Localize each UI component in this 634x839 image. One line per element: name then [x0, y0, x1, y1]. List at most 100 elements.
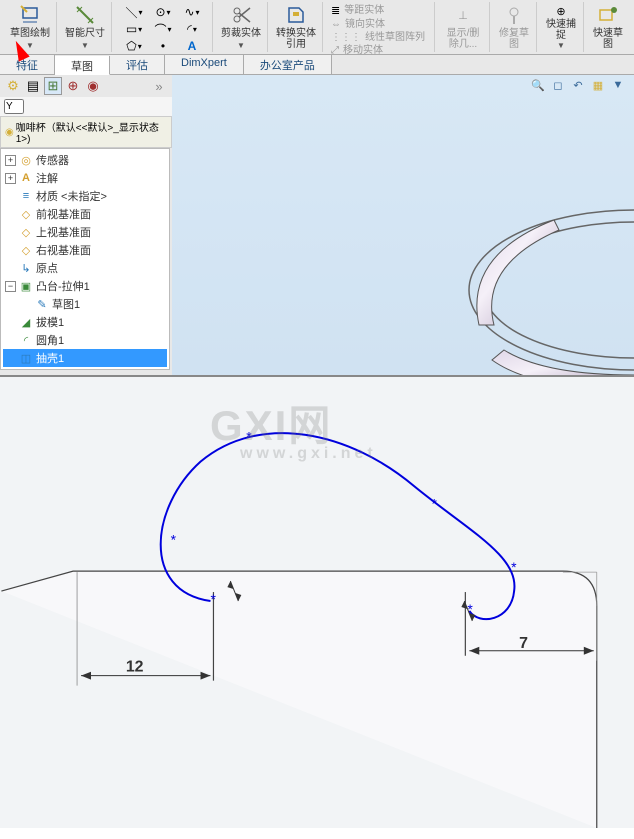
trim-label: 剪裁实体: [221, 28, 261, 39]
tree-origin[interactable]: ↳ 原点: [3, 259, 167, 277]
tree-front-plane[interactable]: ◇ 前视基准面: [3, 205, 167, 223]
offset-icon: ≣: [331, 4, 340, 17]
tree-icon[interactable]: ⊞: [44, 77, 62, 95]
spline-point: *: [171, 531, 177, 547]
fillet-icon: ◜: [19, 333, 33, 347]
expand-icon[interactable]: +: [5, 155, 16, 166]
rapid-sketch-label: 快速草图: [592, 28, 624, 50]
doc-title: 咖啡杯（默认<<默认>_显示状态 1>): [16, 119, 167, 145]
command-tabs: 特征 草图 评估 DimXpert 办公室产品: [0, 54, 634, 74]
trim-icon: [230, 4, 252, 26]
repair-icon: [503, 4, 525, 26]
assembly-icon[interactable]: ⚙: [4, 77, 22, 95]
tree-material[interactable]: ≡ 材质 <未指定>: [3, 187, 167, 205]
tree-shell[interactable]: ◫ 抽壳1: [3, 349, 167, 367]
show-delete-group[interactable]: ⊥ 显示/删除几...: [437, 2, 490, 52]
circle-tool[interactable]: ⊙▾: [149, 4, 177, 20]
filter-row: [0, 97, 172, 116]
annotations-icon: A: [19, 171, 33, 185]
rect-tool[interactable]: ▭▾: [120, 21, 148, 37]
tab-sketch[interactable]: 草图: [55, 56, 110, 75]
mirror-label: 镜向实体: [345, 19, 385, 30]
tree-right-plane[interactable]: ◇ 右视基准面: [3, 241, 167, 259]
filter-input[interactable]: [4, 99, 24, 114]
expand-icon[interactable]: −: [5, 281, 16, 292]
spline-point: *: [511, 559, 517, 575]
tree-annotations[interactable]: + A 注解: [3, 169, 167, 187]
tree-top-plane[interactable]: ◇ 上视基准面: [3, 223, 167, 241]
sketch-viewport[interactable]: GXI网 www.gxi.net * * * * * * 12: [0, 375, 634, 828]
quick-snap-label: 快速捕捉: [545, 19, 577, 41]
origin-icon: ↳: [19, 261, 33, 275]
smart-dim-label: 智能尺寸: [65, 28, 105, 39]
part-icon: ◉: [5, 127, 14, 138]
offset-button[interactable]: ≣ 等距实体: [331, 4, 384, 17]
tree-fillet[interactable]: ◜ 圆角1: [3, 331, 167, 349]
sketch-label: 草图绘制: [10, 28, 50, 39]
linear-label: 线性草图阵列: [365, 32, 425, 43]
repair-group[interactable]: 修复草图: [492, 2, 537, 52]
mirror-button[interactable]: ⇔ 镜向实体: [331, 19, 385, 30]
tree-draft[interactable]: ◢ 拔模1: [3, 313, 167, 331]
fillet-tool[interactable]: ◜▾: [178, 21, 206, 37]
convert-group[interactable]: 转换实体引用: [270, 2, 323, 52]
trim-group[interactable]: 剪裁实体 ▼: [215, 2, 268, 52]
sketch-draw-group[interactable]: 草图绘制 ▼: [4, 2, 57, 52]
feature-tree: + ◎ 传感器 + A 注解 ≡ 材质 <未指定> ◇ 前视基准面 ◇ 上视基准…: [0, 148, 170, 370]
draft-icon: ◢: [19, 315, 33, 329]
quick-snap-icon: ⊕: [550, 4, 572, 19]
section-view-icon[interactable]: ▦: [590, 77, 606, 93]
sensors-icon: ◎: [19, 153, 33, 167]
svg-text:7: 7: [519, 635, 528, 652]
tab-evaluate[interactable]: 评估: [110, 55, 165, 74]
solid-icon[interactable]: ◉: [84, 77, 102, 95]
spline-point: *: [431, 495, 437, 511]
smart-dim-icon: [74, 4, 96, 26]
repair-label: 修复草图: [498, 28, 530, 50]
show-delete-icon: ⊥: [452, 4, 474, 26]
tab-office[interactable]: 办公室产品: [244, 55, 332, 74]
shell-icon: ◫: [19, 351, 33, 365]
point-tool[interactable]: •: [149, 38, 177, 54]
rapid-sketch-group[interactable]: 快速草图: [586, 2, 630, 52]
doc-title-row[interactable]: ◉ 咖啡杯（默认<<默认>_显示状态 1>): [0, 116, 172, 148]
prev-view-icon[interactable]: ↶: [570, 77, 586, 93]
cup-model: [434, 195, 634, 395]
spline-point: *: [246, 429, 252, 445]
offset-label: 等距实体: [344, 5, 384, 16]
tab-feature[interactable]: 特征: [0, 55, 55, 74]
line-tool[interactable]: ＼▾: [120, 4, 148, 20]
move-button[interactable]: ⤢ 移动实体: [331, 45, 383, 56]
sketch-icon: [19, 4, 41, 26]
sketch-tools-group: ＼▾ ⊙▾ ∿▾ ▭▾ ⌒▾ ◜▾ ⬠▾ • A: [114, 2, 213, 52]
extrude-icon: ▣: [19, 279, 33, 293]
material-icon: ≡: [19, 189, 33, 203]
zoom-area-icon[interactable]: ◻: [550, 77, 566, 93]
polygon-tool[interactable]: ⬠▾: [120, 38, 148, 54]
target-icon[interactable]: ⊕: [64, 77, 82, 95]
arc-tool[interactable]: ⌒▾: [149, 21, 177, 37]
smart-dim-group[interactable]: 智能尺寸 ▼: [59, 2, 112, 52]
zoom-fit-icon[interactable]: 🔍: [530, 77, 546, 93]
linear-pattern-button[interactable]: ⋮⋮⋮ 线性草图阵列: [331, 32, 425, 43]
text-tool[interactable]: A: [178, 38, 206, 54]
spline-endpoint: *: [210, 591, 216, 607]
display-style-icon[interactable]: ▼: [610, 77, 626, 93]
spline-tool[interactable]: ∿▾: [178, 4, 206, 20]
tree-sketch1[interactable]: ✎ 草图1: [3, 295, 167, 313]
dropdown-icon[interactable]: ▼: [557, 41, 565, 50]
tree-sensors[interactable]: + ◎ 传感器: [3, 151, 167, 169]
collapse-icon[interactable]: »: [150, 77, 168, 95]
pattern-group: ≣ 等距实体 ⇔ 镜向实体 ⋮⋮⋮ 线性草图阵列 ⤢ 移动实体: [325, 2, 435, 52]
dropdown-icon[interactable]: ▼: [237, 41, 245, 50]
doc-icon[interactable]: ▤: [24, 77, 42, 95]
tree-extrude[interactable]: − ▣ 凸台-拉伸1: [3, 277, 167, 295]
sketch-icon: ✎: [35, 297, 49, 311]
dropdown-icon[interactable]: ▼: [81, 41, 89, 50]
expand-icon[interactable]: +: [5, 173, 16, 184]
plane-icon: ◇: [19, 207, 33, 221]
quick-snap-group[interactable]: ⊕ 快速捕捉 ▼: [539, 2, 584, 52]
3d-viewport[interactable]: 🔍 ◻ ↶ ▦ ▼: [172, 75, 634, 375]
tab-dimxpert[interactable]: DimXpert: [165, 55, 244, 74]
dropdown-icon[interactable]: ▼: [26, 41, 34, 50]
